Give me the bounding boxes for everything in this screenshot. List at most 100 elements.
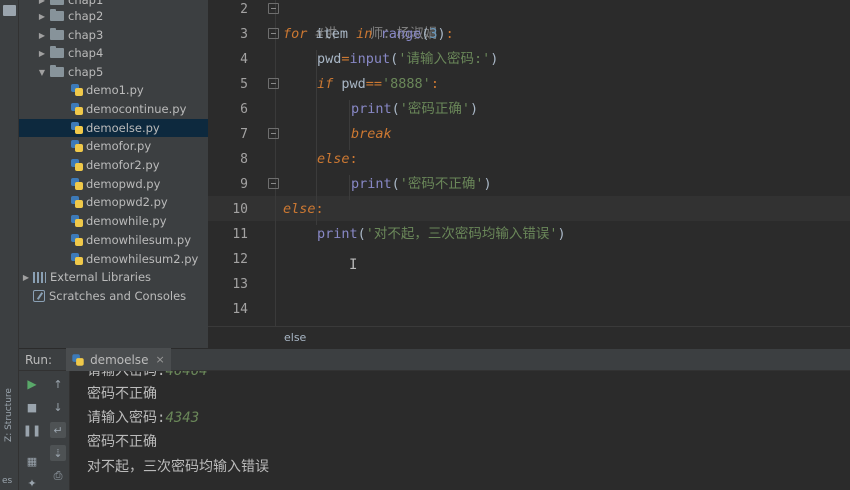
tree-item-label: demopwd2.py (86, 195, 168, 209)
console-output: 对不起，三次密码均输入错误 (87, 459, 269, 475)
keyword-break: break (351, 126, 392, 142)
chevron-right-icon[interactable]: ▶ (37, 31, 47, 40)
tree-item-demowhilesum[interactable]: demowhilesum.py (19, 231, 208, 249)
line-number: 4 (240, 52, 248, 67)
chevron-right-icon[interactable]: ▶ (37, 12, 47, 21)
line-number: 12 (232, 252, 248, 267)
indent-guide (349, 175, 350, 200)
tree-item-scratches[interactable]: Scratches and Consoles (19, 287, 208, 305)
chevron-down-icon[interactable]: ▼ (37, 68, 47, 77)
tree-item-chap4[interactable]: ▶ chap4 (19, 44, 208, 62)
tree-item-demopwd2[interactable]: demopwd2.py (19, 193, 208, 211)
code-line-9: print('密码不正确') (351, 172, 492, 197)
code-editor[interactable]: #讲 师：杨淑娟 for item in range(3): pwd=input… (276, 0, 850, 326)
line-number: 11 (232, 227, 248, 242)
python-file-icon (71, 196, 83, 208)
tree-item-label: chap3 (68, 28, 104, 42)
tree-item-demofor2[interactable]: demofor2.py (19, 156, 208, 174)
console-line: 对不起，三次密码均输入错误 (87, 455, 269, 479)
tree-item-external-libraries[interactable]: ▶ External Libraries (19, 268, 208, 286)
project-icon[interactable] (3, 5, 16, 16)
stop-icon[interactable]: ■ (24, 399, 40, 415)
code-line-3: for item in range(3): (283, 22, 454, 47)
code-line-10: else: (283, 197, 324, 222)
indent-guide (349, 100, 350, 150)
arrow-up-icon[interactable]: ↑ (50, 376, 66, 392)
tree-item-label: demopwd.py (86, 177, 161, 191)
tree-item-chap5[interactable]: ▼ chap5 (19, 63, 208, 81)
tree-item-demowhile[interactable]: demowhile.py (19, 212, 208, 230)
line-number: 9 (240, 177, 248, 192)
structure-tool-button[interactable]: Z: Structure (4, 388, 14, 442)
identifier: pwd (333, 76, 366, 92)
python-file-icon (71, 103, 83, 115)
run-tab-label: demoelse (90, 352, 149, 367)
colon: : (315, 201, 324, 217)
arrow-down-icon[interactable]: ↓ (50, 399, 66, 415)
run-tab-demoelse[interactable]: demoelse × (66, 348, 171, 371)
breadcrumb-item[interactable]: else (284, 331, 306, 344)
paren: ) (490, 51, 499, 67)
tree-item-label: External Libraries (50, 270, 152, 284)
chevron-right-icon[interactable]: ▶ (37, 49, 47, 58)
string-literal: '密码不正确' (399, 176, 484, 192)
scroll-to-end-icon[interactable]: ⇣ (50, 445, 66, 461)
python-file-icon (72, 353, 84, 366)
keyword-if: if (317, 76, 334, 92)
keyword-else: else (317, 151, 350, 167)
run-toolbar-secondary: ↑ ↓ ↵ ⇣ ⎙ (46, 371, 70, 490)
tree-item-label: demowhilesum2.py (86, 252, 199, 266)
editor-gutter: 2 3 4 5 6 7 8 9 10 11 12 13 14 (208, 0, 279, 326)
tree-item-demowhilesum2[interactable]: demowhilesum2.py (19, 250, 208, 268)
tree-item-label: chap2 (68, 9, 104, 23)
builtin-print: print (317, 226, 358, 242)
tree-item-demoelse[interactable]: demoelse.py (19, 119, 208, 137)
python-file-icon (71, 140, 83, 152)
layout-icon[interactable]: ▦ (24, 453, 40, 469)
python-file-icon (71, 234, 83, 246)
operator: == (365, 76, 383, 92)
chevron-right-icon[interactable]: ▶ (21, 273, 31, 282)
tree-item-label: chap4 (68, 46, 104, 60)
tree-item-chap2[interactable]: ▶ chap2 (19, 7, 208, 25)
tree-item-chap3[interactable]: ▶ chap3 (19, 26, 208, 44)
string-literal: '密码正确' (399, 101, 471, 117)
library-icon (33, 271, 46, 283)
identifier: item (307, 26, 357, 42)
operator: = (341, 51, 350, 67)
keyword-for: for (283, 26, 308, 42)
tree-item-demopwd[interactable]: demopwd.py (19, 175, 208, 193)
tree-item-label: democontinue.py (86, 102, 187, 116)
tree-item-demofor[interactable]: demofor.py (19, 137, 208, 155)
line-number: 5 (240, 77, 248, 92)
run-panel-title: Run: (25, 352, 53, 367)
pin-icon[interactable]: ✦ (24, 475, 40, 490)
console-prompt: 请输入密码: (87, 371, 166, 379)
scratches-icon (33, 290, 45, 302)
soft-wrap-icon[interactable]: ↵ (50, 422, 66, 438)
console-output: 密码不正确 (87, 386, 157, 402)
tree-item-label: demo1.py (86, 83, 144, 97)
print-icon[interactable]: ⎙ (50, 468, 66, 484)
paren: ) (557, 226, 566, 242)
project-tree: ▶ chap1 ▶ chap2 ▶ chap3 ▶ chap4 ▼ chap5 demo1… (19, 0, 208, 348)
python-file-icon (71, 215, 83, 227)
favorites-tool-button[interactable]: es (2, 476, 12, 486)
tree-item-label: demowhilesum.py (86, 233, 192, 247)
folder-icon (50, 46, 64, 58)
colon: : (349, 151, 358, 167)
run-panel-header: Run: demoelse × (19, 348, 850, 371)
tree-item-democontinue[interactable]: democontinue.py (19, 100, 208, 118)
play-icon[interactable]: ▶ (24, 376, 40, 392)
left-tool-strip: Z: Structure es (0, 0, 19, 490)
close-icon[interactable]: × (155, 353, 164, 366)
pause-icon[interactable]: ❚❚ (23, 422, 41, 438)
keyword-in: in (356, 26, 373, 42)
keyword-else: else (283, 201, 316, 217)
code-line-4: pwd=input('请输入密码:') (317, 47, 498, 72)
run-console[interactable]: 请输入密码:46464 密码不正确 请输入密码:4343 密码不正确 对不起，三… (70, 371, 850, 490)
console-user-input: 4343 (165, 410, 200, 426)
chevron-right-icon[interactable]: ▶ (37, 0, 47, 5)
paren: ) (470, 101, 479, 117)
tree-item-demo1[interactable]: demo1.py (19, 81, 208, 99)
